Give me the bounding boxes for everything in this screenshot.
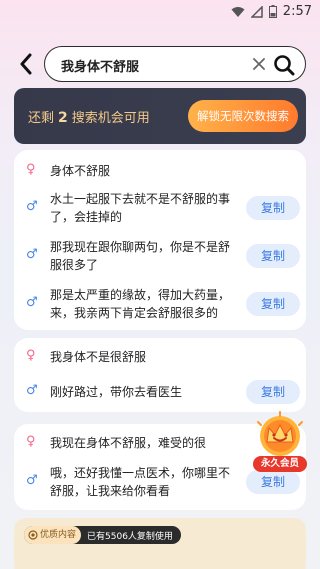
message-row: ♀ 身体不舒服 <box>14 158 306 182</box>
medal-icon <box>28 530 38 540</box>
message-text: 身体不舒服 <box>50 164 111 178</box>
search-button[interactable] <box>273 54 295 76</box>
male-icon: ♂ <box>26 295 38 310</box>
quota-prefix: 还剩 <box>28 111 55 126</box>
male-icon: ♂ <box>26 473 38 488</box>
message-row: ♂ 刚好路过，带你去看医生 复制 <box>14 378 306 406</box>
message-text: 水土一起服下去就不是不舒服的事了，会挂掉的 <box>50 192 231 224</box>
message-text: 刚好路过，带你去看医生 <box>50 385 183 399</box>
search-row: 我身体不舒服 <box>0 46 320 82</box>
vip-badge[interactable]: 永久会员 <box>250 410 310 474</box>
close-icon <box>253 58 265 70</box>
crown-icon <box>257 411 303 456</box>
clear-button[interactable] <box>251 56 267 72</box>
quality-tag: 优质内容 已有5506人复制使用 <box>24 526 181 544</box>
wifi-icon <box>231 6 245 17</box>
male-icon: ♂ <box>26 247 38 262</box>
female-icon: ♀ <box>26 434 36 449</box>
back-arrow-icon <box>20 53 32 75</box>
quota-count: 2 <box>58 110 68 126</box>
male-icon: ♂ <box>26 199 38 214</box>
quota-banner: 还剩 2 搜索机会可用 解锁无限次数搜索 <box>14 88 306 144</box>
status-icons: 2:57 <box>231 4 312 19</box>
copy-button[interactable]: 复制 <box>246 380 300 404</box>
status-bar: 2:57 <box>0 0 320 24</box>
message-row: ♂ 那是太严重的缘故，得加大药量，来，我亲两下肯定会舒服很多的 复制 <box>14 284 306 324</box>
conversation-card: ♀ 身体不舒服 ♂ 水土一起服下去就不是不舒服的事了，会挂掉的 复制 ♂ 那我现… <box>14 150 306 330</box>
quota-suffix: 搜索机会可用 <box>71 111 150 126</box>
search-query: 我身体不舒服 <box>61 60 140 75</box>
usage-count: 已有5506人复制使用 <box>87 531 173 542</box>
female-icon: ♀ <box>26 348 36 363</box>
message-text: 哦，还好我懂一点医术，你哪里不舒服，让我来给你看看 <box>50 466 231 498</box>
message-row: ♀ 我身体不是很舒服 <box>14 344 306 368</box>
message-text: 那我现在跟你聊两句，你是不是舒服很多了 <box>50 240 231 272</box>
quota-text: 还剩 2 搜索机会可用 <box>28 107 150 126</box>
search-input[interactable]: 我身体不舒服 <box>44 46 306 82</box>
message-text: 我现在身体不舒服，难受的很 <box>50 436 207 450</box>
female-icon: ♀ <box>26 162 36 177</box>
signal-icon <box>250 5 263 18</box>
status-time: 2:57 <box>282 4 312 19</box>
message-row: ♂ 水土一起服下去就不是不舒服的事了，会挂掉的 复制 <box>14 188 306 228</box>
quality-badge: 优质内容 <box>24 526 82 544</box>
premium-content-card: 优质内容 已有5506人复制使用 <box>14 518 306 569</box>
search-icon <box>274 55 295 76</box>
message-row: ♂ 那我现在跟你聊两句，你是不是舒服很多了 复制 <box>14 236 306 276</box>
message-text: 那是太严重的缘故，得加大药量，来，我亲两下肯定会舒服很多的 <box>50 288 231 320</box>
vip-label: 永久会员 <box>253 456 307 472</box>
conversation-card: ♀ 我身体不是很舒服 ♂ 刚好路过，带你去看医生 复制 <box>14 338 306 412</box>
battery-icon <box>268 5 277 18</box>
back-button[interactable] <box>14 50 38 78</box>
male-icon: ♂ <box>26 383 38 398</box>
unlock-unlimited-button[interactable]: 解锁无限次数搜索 <box>188 100 298 132</box>
quality-label: 优质内容 <box>40 530 77 540</box>
message-text: 我身体不是很舒服 <box>50 350 147 364</box>
copy-button[interactable]: 复制 <box>246 292 300 316</box>
copy-button[interactable]: 复制 <box>246 196 300 220</box>
copy-button[interactable]: 复制 <box>246 244 300 268</box>
